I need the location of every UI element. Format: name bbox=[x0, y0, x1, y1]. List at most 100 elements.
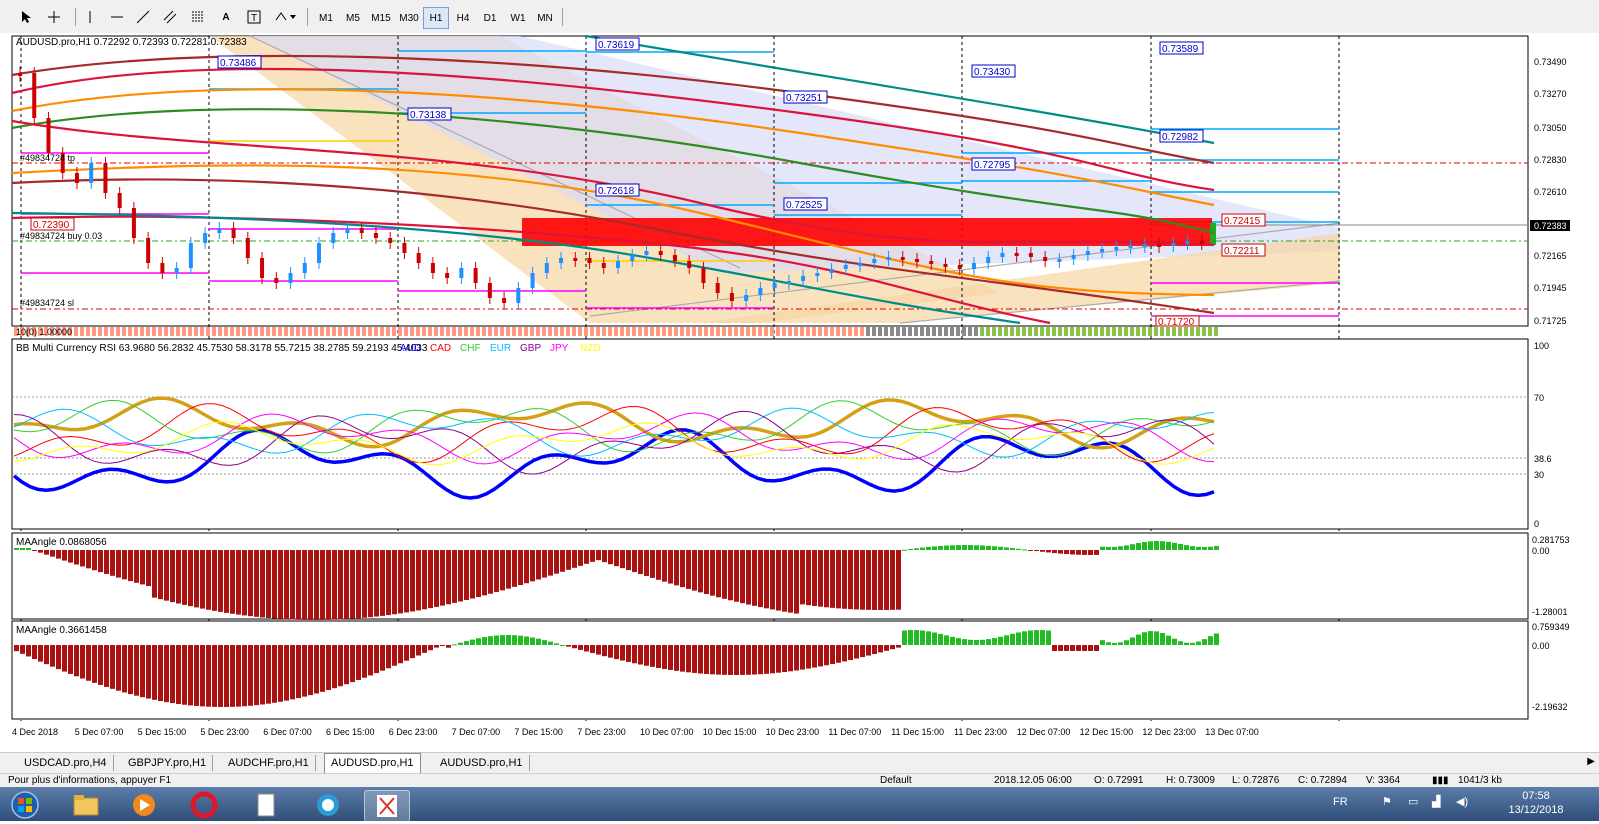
histogram-bar bbox=[38, 645, 43, 662]
svg-text:0.71725: 0.71725 bbox=[1534, 316, 1567, 326]
timeframe-d1-button[interactable]: D1 bbox=[477, 7, 503, 29]
histogram-bar bbox=[758, 550, 763, 608]
histogram-bar bbox=[530, 550, 535, 582]
strip-block bbox=[74, 327, 78, 336]
histogram-bar bbox=[1076, 550, 1081, 555]
timeframe-mn-button[interactable]: MN bbox=[532, 7, 558, 29]
strip-block bbox=[416, 327, 420, 336]
strip-block bbox=[1196, 327, 1200, 336]
histogram-bar bbox=[836, 550, 841, 609]
language-indicator[interactable]: FR bbox=[1333, 796, 1348, 808]
histogram-bar bbox=[20, 548, 25, 550]
candle-body bbox=[715, 283, 720, 293]
horizontal-line-icon[interactable] bbox=[108, 7, 126, 27]
trendline-icon[interactable] bbox=[134, 7, 152, 27]
histogram-bar bbox=[446, 645, 451, 648]
tab-gbpjpy[interactable]: GBPJPY.pro,H1 bbox=[122, 755, 214, 771]
channel-icon[interactable] bbox=[161, 7, 179, 27]
histogram-bar bbox=[716, 645, 721, 675]
time-axis-label: 5 Dec 23:00 bbox=[200, 727, 249, 737]
start-button[interactable] bbox=[2, 790, 48, 820]
histogram-bar bbox=[836, 645, 841, 663]
clock-time[interactable]: 07:58 bbox=[1508, 790, 1564, 802]
strip-block bbox=[488, 327, 492, 336]
histogram-bar bbox=[110, 550, 115, 576]
histogram-bar bbox=[122, 645, 127, 693]
scroll-right-icon[interactable]: ▶ bbox=[1587, 756, 1595, 767]
svg-text:0.73490: 0.73490 bbox=[1534, 57, 1567, 67]
histogram-bar bbox=[590, 550, 595, 562]
histogram-bar bbox=[728, 645, 733, 675]
histogram-bar bbox=[92, 550, 97, 571]
cursor-icon[interactable] bbox=[17, 7, 35, 27]
strip-block bbox=[80, 327, 84, 336]
timeframe-h1-button[interactable]: H1 bbox=[423, 7, 449, 29]
timeframe-w1-button[interactable]: W1 bbox=[505, 7, 531, 29]
crosshair-icon[interactable] bbox=[45, 7, 63, 27]
candle-body bbox=[89, 163, 94, 183]
tab-usdcad[interactable]: USDCAD.pro,H4 bbox=[18, 755, 114, 771]
tab-audusd-active[interactable]: AUDUSD.pro,H1 bbox=[324, 753, 421, 773]
histogram-bar bbox=[332, 550, 337, 620]
strip-block bbox=[494, 327, 498, 336]
document-icon[interactable] bbox=[244, 790, 288, 820]
histogram-bar bbox=[74, 550, 79, 565]
histogram-bar bbox=[14, 548, 19, 550]
histogram-bar bbox=[812, 645, 817, 668]
fibonacci-icon[interactable] bbox=[189, 7, 207, 27]
histogram-bar bbox=[1154, 541, 1159, 550]
text-icon[interactable]: A bbox=[218, 7, 234, 27]
strip-block bbox=[236, 327, 240, 336]
histogram-bar bbox=[386, 550, 391, 616]
histogram-bar bbox=[380, 550, 385, 616]
svg-text:0.00: 0.00 bbox=[1532, 641, 1550, 651]
timeframe-m5-button[interactable]: M5 bbox=[340, 7, 366, 29]
histogram-bar bbox=[1148, 541, 1153, 550]
vertical-line-icon[interactable] bbox=[82, 7, 98, 27]
strip-block bbox=[830, 327, 834, 336]
tab-audusd[interactable]: AUDUSD.pro,H1 bbox=[434, 755, 530, 771]
file-explorer-icon[interactable] bbox=[64, 790, 108, 820]
histogram-bar bbox=[794, 645, 799, 671]
tab-audchf[interactable]: AUDCHF.pro,H1 bbox=[222, 755, 316, 771]
histogram-bar bbox=[998, 636, 1003, 645]
histogram-bar bbox=[398, 550, 403, 614]
strip-block bbox=[1202, 327, 1206, 336]
timeframe-m15-button[interactable]: M15 bbox=[367, 7, 395, 29]
timeframe-h4-button[interactable]: H4 bbox=[450, 7, 476, 29]
candle-body bbox=[1171, 243, 1176, 246]
chart-window[interactable]: 10(0) 1.00000 0.73486 0.73619 0.73138 0.… bbox=[0, 33, 1599, 751]
opera-browser-icon[interactable] bbox=[182, 790, 226, 820]
candle-body bbox=[658, 251, 663, 255]
strip-block bbox=[716, 327, 720, 336]
histogram-bar bbox=[1190, 642, 1195, 645]
chart-canvas[interactable]: 10(0) 1.00000 0.73486 0.73619 0.73138 0.… bbox=[0, 33, 1599, 751]
histogram-bar bbox=[1070, 645, 1075, 651]
histogram-bar bbox=[182, 550, 187, 605]
metatrader-app-icon[interactable] bbox=[364, 790, 410, 822]
histogram-bar bbox=[44, 645, 49, 665]
text-label-icon[interactable]: T bbox=[245, 7, 263, 27]
histogram-bar bbox=[140, 550, 145, 585]
strip-block bbox=[194, 327, 198, 336]
strip-block bbox=[878, 327, 882, 336]
histogram-bar bbox=[626, 550, 631, 571]
timeframe-m30-button[interactable]: M30 bbox=[395, 7, 423, 29]
candle-body bbox=[188, 243, 193, 268]
tray-volume-icon[interactable]: ◀) bbox=[1456, 795, 1468, 808]
clock-date[interactable]: 13/12/2018 bbox=[1504, 804, 1568, 816]
histogram-bar bbox=[170, 645, 175, 704]
tray-battery-icon[interactable]: ▭ bbox=[1408, 795, 1418, 808]
app-shield-icon[interactable] bbox=[306, 790, 350, 820]
strip-block bbox=[134, 327, 138, 336]
media-player-icon[interactable] bbox=[122, 790, 166, 820]
candle-body bbox=[174, 268, 179, 273]
strip-block bbox=[872, 327, 876, 336]
tray-flag-icon[interactable]: ⚑ bbox=[1382, 795, 1392, 808]
tray-network-icon[interactable]: ▟ bbox=[1432, 795, 1440, 808]
timeframe-m1-button[interactable]: M1 bbox=[313, 7, 339, 29]
level-label: 0.73251 bbox=[783, 90, 828, 104]
arrows-dropdown-icon[interactable] bbox=[272, 7, 300, 27]
strip-block bbox=[854, 327, 858, 336]
histogram-bar bbox=[656, 645, 661, 668]
